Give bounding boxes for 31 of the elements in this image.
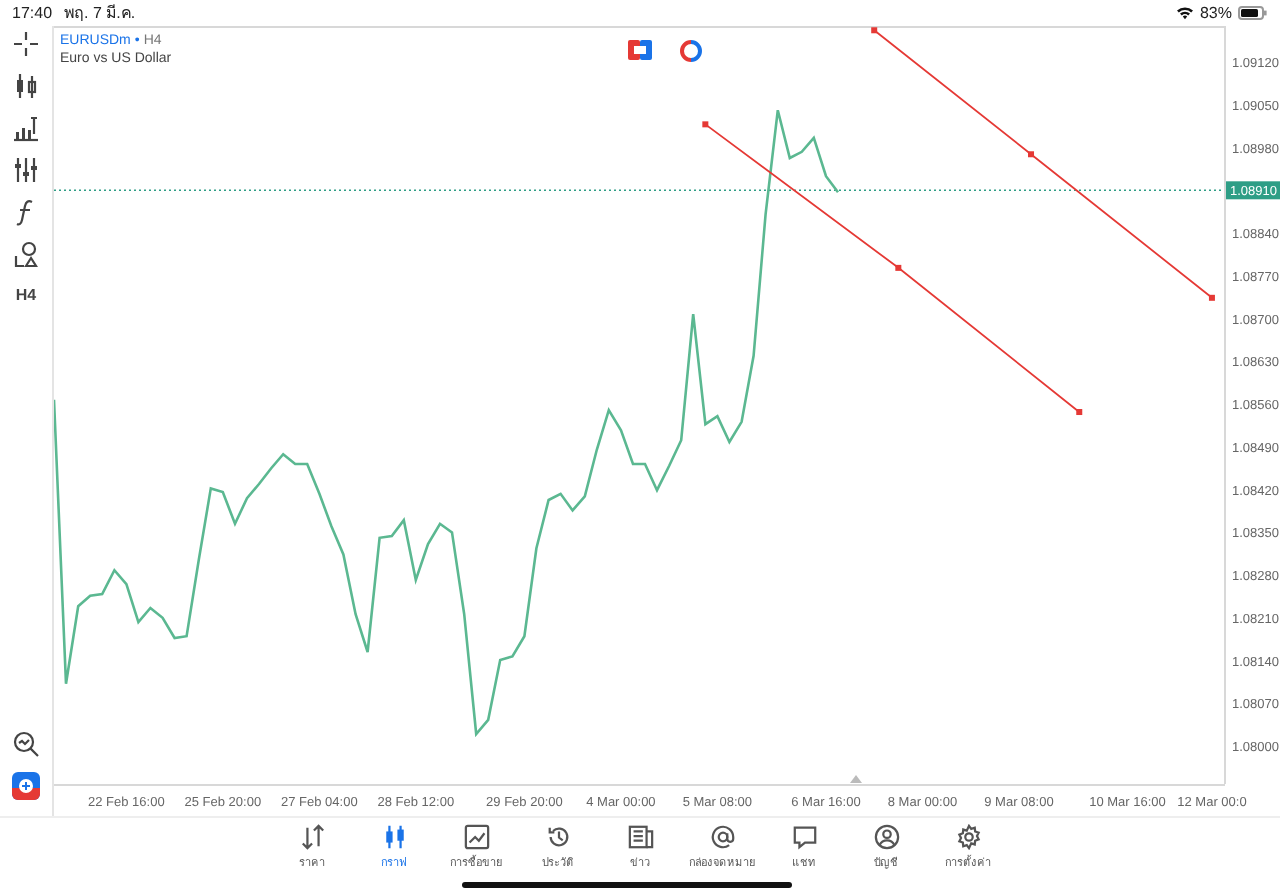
- ring-icon[interactable]: [680, 40, 702, 62]
- scroll-marker-icon[interactable]: [850, 775, 862, 783]
- timeframe-button[interactable]: H4: [15, 282, 37, 310]
- status-time: 17:40: [12, 4, 53, 22]
- shapes-icon[interactable]: [12, 240, 40, 268]
- point: [1208, 294, 1215, 301]
- line-chart-icon: [463, 824, 489, 850]
- point: [871, 27, 878, 34]
- chart-search-icon[interactable]: [12, 730, 40, 758]
- indicators-icon[interactable]: [12, 114, 40, 142]
- sort-arrows-icon: [299, 824, 325, 850]
- battery-icon: [1238, 6, 1268, 20]
- wifi-icon: [1175, 6, 1194, 20]
- trade-panel-icon[interactable]: [628, 40, 652, 60]
- newspaper-icon: [627, 824, 653, 850]
- point: [1076, 409, 1083, 416]
- crosshair-icon[interactable]: [12, 30, 40, 58]
- settings-icon: [955, 824, 981, 850]
- point: [1028, 151, 1035, 158]
- candlestick-icon: [381, 824, 407, 850]
- point: [702, 121, 709, 128]
- status-date: พฤ. 7 มี.ค.: [64, 2, 136, 26]
- app-logo-icon[interactable]: [12, 772, 40, 800]
- sliders-icon[interactable]: [12, 156, 40, 184]
- battery-percent: 83%: [1199, 4, 1232, 22]
- account-icon: [873, 824, 899, 850]
- chat-bubble-icon: [791, 824, 817, 850]
- candlestick-icon[interactable]: [12, 72, 40, 100]
- at-sign-icon: [709, 824, 735, 850]
- history-icon: [545, 824, 571, 850]
- point: [895, 264, 902, 271]
